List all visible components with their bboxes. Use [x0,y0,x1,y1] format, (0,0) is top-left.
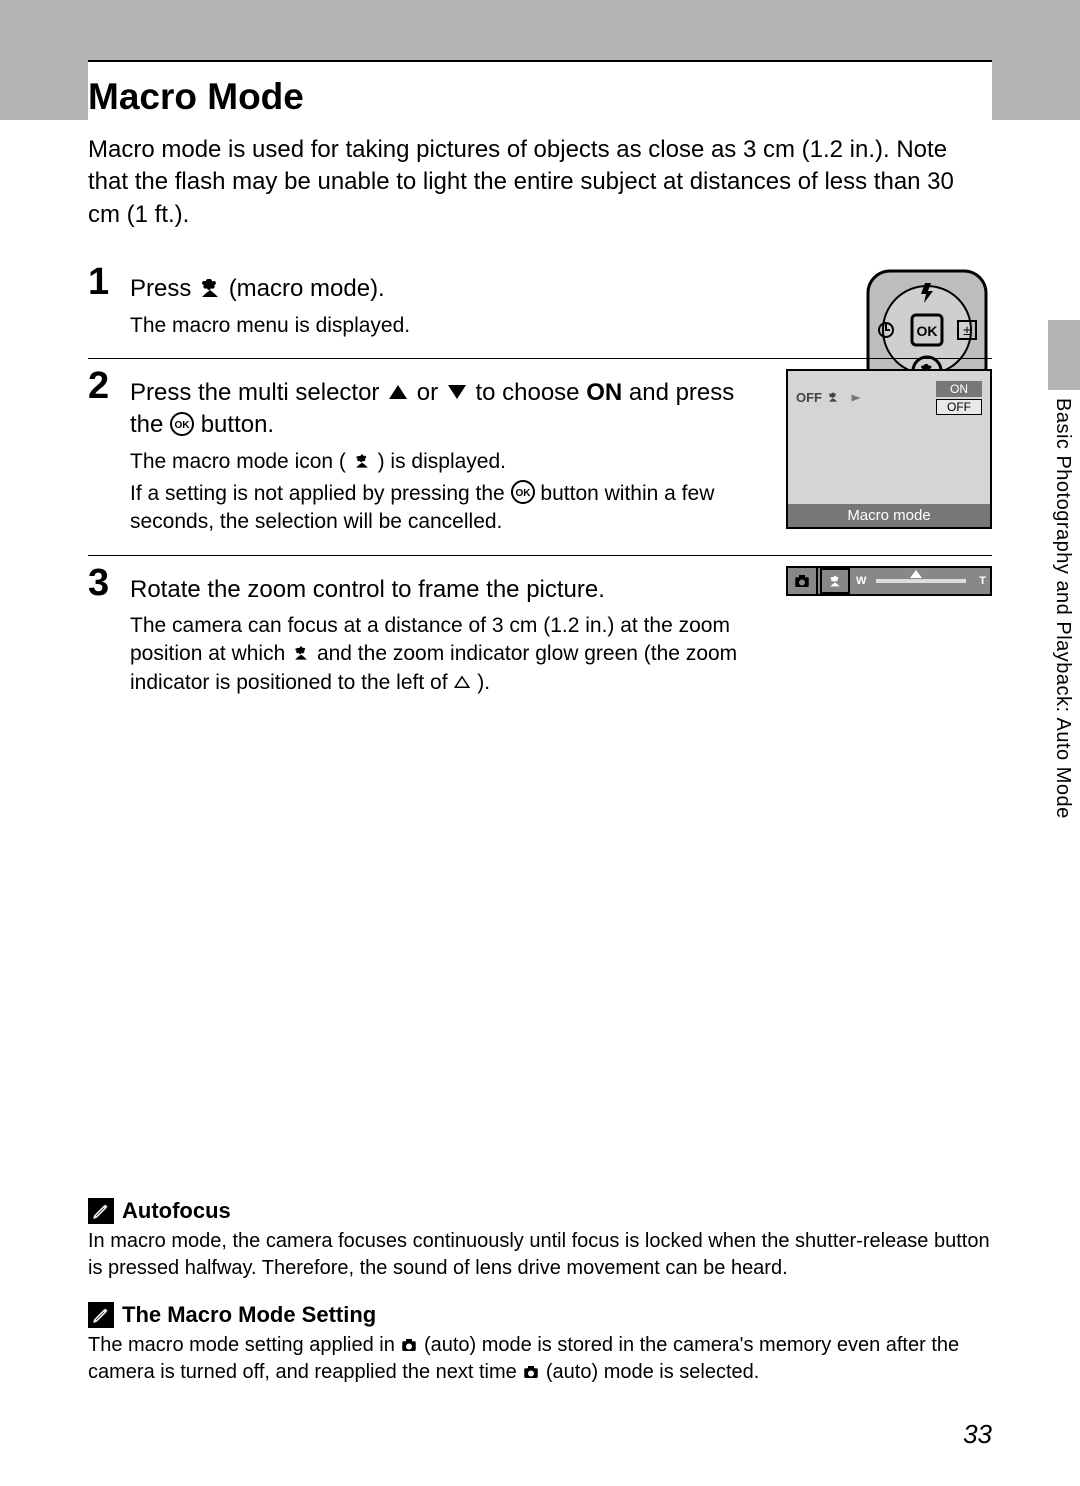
zoom-track [876,579,966,583]
text: or [417,379,445,406]
step-number: 2 [88,365,109,408]
pencil-icon [88,1302,114,1328]
lcd-screen-illustration: OFF ON OFF Macro mode [786,369,992,529]
zoom-bar-illustration: W T [786,566,992,596]
macro-mode-icon [352,451,372,471]
note-autofocus: Autofocus In macro mode, the camera focu… [88,1198,992,1282]
note-title-text: The Macro Mode Setting [122,1302,376,1328]
svg-text:OK: OK [175,420,191,431]
wide-label: W [856,575,866,587]
page-title: Macro Mode [88,76,992,118]
triangle-down-icon [445,380,469,404]
text: ) is displayed. [378,450,506,473]
svg-text:OK: OK [515,488,531,499]
steps: 1 Press (macro mode). The macro menu is … [88,255,992,715]
svg-text:±: ± [963,322,971,338]
step-2-sub2: If a setting is not applied by pressing … [130,480,762,537]
title-block: Macro Mode Macro mode is used for taking… [88,60,992,231]
note-macro-setting: The Macro Mode Setting The macro mode se… [88,1302,992,1386]
step-number: 3 [88,562,109,605]
text: (auto) mode is selected. [546,1361,759,1383]
triangle-outline-icon [453,671,471,689]
page-content: Macro Mode Macro mode is used for taking… [0,0,1080,715]
camera-icon [400,1335,418,1353]
on-label: ON [586,379,622,406]
text: ). [477,671,490,694]
text: to choose [475,379,586,406]
ok-button-icon: OK [170,412,194,436]
step-number: 1 [88,261,109,304]
flower-icon [826,390,840,404]
note-title-text: Autofocus [122,1198,231,1224]
flower-icon [827,573,843,589]
camera-icon [793,572,811,590]
ok-button-icon: OK [511,480,535,504]
svg-text:OK: OK [917,323,938,339]
pencil-icon [88,1198,114,1224]
step-1: 1 Press (macro mode). The macro menu is … [88,255,992,358]
page-number: 33 [963,1419,992,1450]
screen-footer-label: Macro mode [788,504,990,527]
step-2-sub1: The macro mode icon ( ) is displayed. [130,448,762,476]
selector-marker-icon [850,392,862,404]
tele-label: T [979,575,986,587]
flower-icon [198,276,222,300]
zoom-position-marker-icon [910,570,922,578]
text: The macro mode setting applied in [88,1334,400,1356]
text: The macro mode icon ( [130,450,346,473]
step-3: 3 Rotate the zoom control to frame the p… [88,555,992,715]
step-3-sub: The camera can focus at a distance of 3 … [130,612,762,697]
notes-section: Autofocus In macro mode, the camera focu… [88,1184,992,1406]
step-2-head: Press the multi selector or to choose ON… [130,377,762,442]
text: (macro mode). [229,275,385,302]
step-3-head: Rotate the zoom control to frame the pic… [130,574,762,606]
macro-mode-icon [291,643,311,663]
note-body: In macro mode, the camera focuses contin… [88,1228,992,1282]
menu-on-option: ON [936,381,982,397]
text: If a setting is not applied by pressing … [130,482,511,505]
macro-off-indicator: OFF [796,390,840,405]
intro-paragraph: Macro mode is used for taking pictures o… [88,134,992,231]
camera-icon [522,1362,540,1380]
triangle-up-icon [386,380,410,404]
menu-off-option: OFF [936,399,982,415]
text: Press the multi selector [130,379,386,406]
note-body: The macro mode setting applied in (auto)… [88,1332,992,1386]
step-2: 2 Press the multi selector or to choose … [88,358,992,555]
text: button. [201,411,274,438]
text: Press [130,275,198,302]
